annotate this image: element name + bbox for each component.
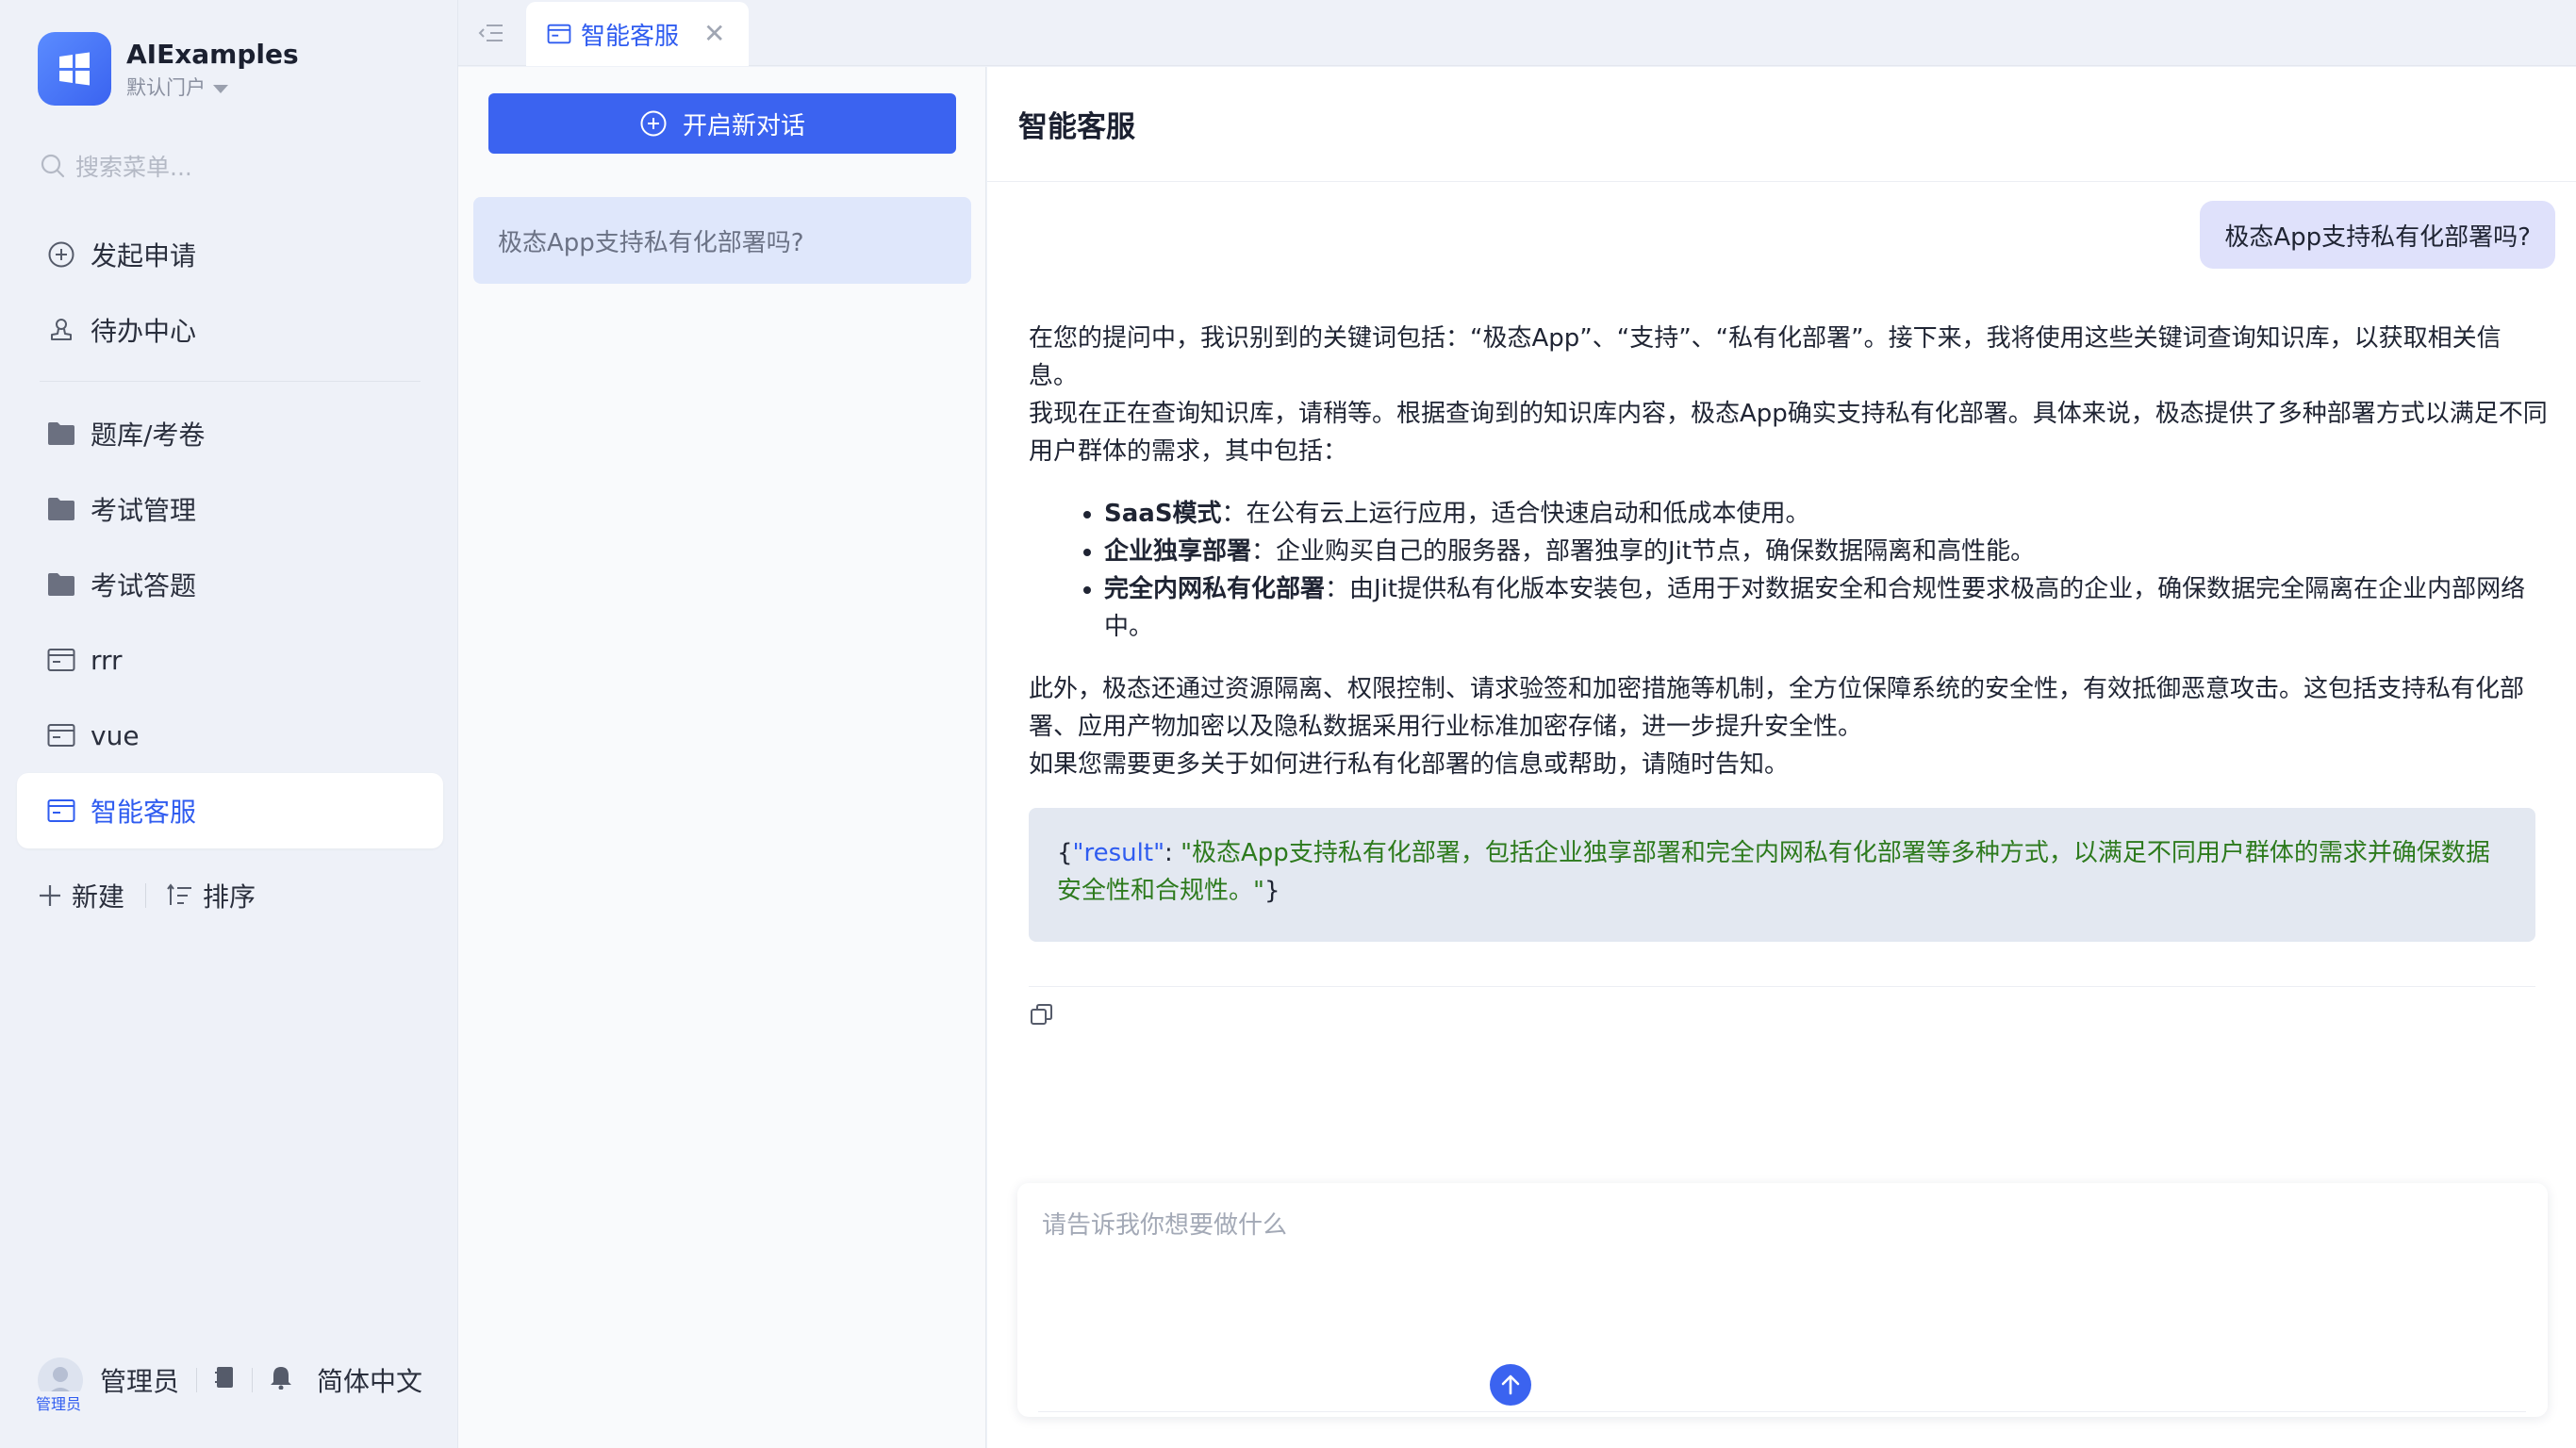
sidebar-item-label: 智能客服 (91, 797, 197, 828)
footer-separator (196, 1368, 198, 1392)
list-item-term: 企业独享部署 (1104, 537, 1252, 566)
window-icon (547, 24, 571, 44)
list-item: 企业独享部署：企业购买自己的服务器，部署独享的Jit节点，确保数据隔离和高性能。 (1104, 533, 2549, 570)
new-label: 新建 (72, 881, 125, 913)
tab-label: 智能客服 (581, 22, 680, 51)
sidebar-item-smart-service[interactable]: 智能客服 (17, 773, 443, 848)
list-item: SaaS模式：在公有云上运行应用，适合快速启动和低成本使用。 (1104, 495, 2549, 533)
sidebar-item-label: 题库/考卷 (91, 420, 206, 451)
sidebar-item-label: 发起申请 (91, 240, 197, 272)
message-input[interactable] (1042, 1206, 2513, 1338)
brand-text: AIExamples 默认门户 (126, 36, 299, 102)
send-button[interactable] (1490, 1364, 1531, 1406)
menu-search-placeholder: 搜索菜单... (75, 154, 192, 181)
message-divider (1029, 986, 2535, 987)
stamp-icon (45, 314, 77, 346)
action-separator (145, 883, 147, 908)
sidebar-item-label: 考试管理 (91, 495, 197, 526)
answer-paragraph: 在您的提问中，我识别到的关键词包括：“极态App”、“支持”、“私有化部署”。接… (1029, 324, 2502, 390)
menu-search[interactable]: 搜索菜单... (40, 149, 192, 183)
list-item: 完全内网私有化部署：由Jit提供私有化版本安装包，适用于对数据安全和合规性要求极… (1104, 570, 2549, 646)
sidebar-item-todo[interactable]: 待办中心 (17, 292, 443, 368)
list-item-term: 完全内网私有化部署 (1104, 575, 1326, 603)
json-key: "result" (1072, 839, 1165, 867)
chat-header: 智能客服 (987, 67, 2576, 182)
answer-paragraph: 如果您需要更多关于如何进行私有化部署的信息或帮助，请随时告知。 (1029, 750, 1790, 779)
sidebar-item-label: rrr (91, 644, 123, 676)
result-json-block: {"result": "极态App支持私有化部署，包括企业独享部署和完全内网私有… (1029, 808, 2535, 942)
answer-list: SaaS模式：在公有云上运行应用，适合快速启动和低成本使用。 企业独享部署：企业… (1072, 495, 2549, 646)
input-divider (1038, 1411, 2526, 1412)
notebook-icon[interactable] (214, 1365, 235, 1396)
user-name[interactable]: 管理员 (100, 1361, 179, 1399)
chat-title: 智能客服 (1018, 110, 1135, 144)
sidebar-item-exam-answer[interactable]: 考试答题 (17, 547, 443, 622)
new-chat-label: 开启新对话 (682, 111, 805, 140)
message-input-box (1017, 1183, 2548, 1417)
conversation-list: 开启新对话 极态App支持私有化部署吗? (458, 67, 986, 1448)
sidebar-item-apply[interactable]: 发起申请 (17, 217, 443, 292)
tab-bar: 智能客服 ✕ (458, 0, 2576, 66)
tab-smart-service[interactable]: 智能客服 ✕ (526, 2, 749, 66)
sidebar-footer: 管理员 管理员 简体中文 (36, 1358, 422, 1414)
sort-button[interactable]: 排序 (167, 877, 256, 914)
sidebar-item-label: 考试答题 (91, 570, 197, 601)
bell-icon[interactable] (270, 1365, 292, 1396)
new-button[interactable]: 新建 (38, 877, 124, 914)
sort-icon (167, 883, 192, 905)
assistant-answer: 在您的提问中，我识别到的关键词包括：“极态App”、“支持”、“私有化部署”。接… (1029, 320, 2549, 783)
sidebar: AIExamples 默认门户 搜索菜单... 发起申请 待办中心 题库/考卷 (0, 0, 458, 1448)
sidebar-item-label: vue (91, 719, 140, 751)
sidebar-actions: 新建 排序 (38, 877, 256, 914)
new-chat-button[interactable]: 开启新对话 (488, 93, 956, 154)
plus-circle-icon (640, 110, 667, 137)
user-message-bubble: 极态App支持私有化部署吗? (2200, 201, 2555, 269)
sidebar-item-vue[interactable]: vue (17, 698, 443, 773)
sort-label: 排序 (203, 881, 256, 913)
answer-paragraph: 我现在正在查询知识库，请稍等。根据查询到的知识库内容，极态App确实支持私有化部… (1029, 400, 2548, 466)
search-icon (41, 154, 65, 178)
json-colon: : (1164, 839, 1181, 867)
plus-icon (40, 885, 60, 906)
answer-paragraph: 此外，极态还通过资源隔离、权限控制、请求验签和加密措施等机制，全方位保障系统的安… (1029, 675, 2525, 741)
copy-icon[interactable] (1029, 1002, 1055, 1028)
avatar-role-tag: 管理员 (36, 1391, 82, 1414)
portal-label: 默认门户 (126, 76, 206, 99)
list-item-term: SaaS模式 (1104, 500, 1222, 528)
list-item-desc: ：在公有云上运行应用，适合快速启动和低成本使用。 (1221, 500, 1810, 528)
conversation-title: 极态App支持私有化部署吗? (498, 228, 804, 257)
sidebar-item-label: 待办中心 (91, 316, 197, 347)
windows-logo-icon (38, 32, 111, 106)
collapse-sidebar-icon[interactable] (477, 19, 505, 47)
sidebar-item-rrr[interactable]: rrr (17, 622, 443, 698)
close-icon[interactable]: ✕ (703, 21, 725, 47)
nav-divider (40, 381, 421, 382)
brand[interactable]: AIExamples 默认门户 (38, 32, 299, 106)
portal-selector[interactable]: 默认门户 (126, 74, 299, 102)
sidebar-item-exam-management[interactable]: 考试管理 (17, 471, 443, 547)
folder-icon (45, 418, 77, 450)
list-item-desc: ：企业购买自己的服务器，部署独享的Jit节点，确保数据隔离和高性能。 (1251, 537, 2036, 566)
folder-icon (45, 568, 77, 601)
arrow-up-icon (1501, 1374, 1520, 1395)
avatar[interactable]: 管理员 (36, 1358, 83, 1414)
caret-down-icon (213, 85, 228, 93)
conversation-item[interactable]: 极态App支持私有化部署吗? (473, 197, 971, 284)
json-brace-open: { (1057, 839, 1073, 867)
sidebar-item-question-bank[interactable]: 题库/考卷 (17, 396, 443, 471)
folder-icon (45, 493, 77, 525)
footer-separator (252, 1368, 254, 1392)
chat-panel: 智能客服 极态App支持私有化部署吗? 在您的提问中，我识别到的关键词包括：“极… (987, 67, 2576, 1448)
window-icon (45, 795, 77, 827)
json-brace-close: } (1263, 877, 1280, 905)
language-switcher[interactable]: 简体中文 (317, 1361, 422, 1399)
user-message-text: 极态App支持私有化部署吗? (2224, 222, 2531, 252)
window-icon (45, 644, 77, 676)
app-name: AIExamples (126, 39, 299, 70)
window-icon (45, 719, 77, 751)
plus-circle-icon (45, 239, 77, 271)
